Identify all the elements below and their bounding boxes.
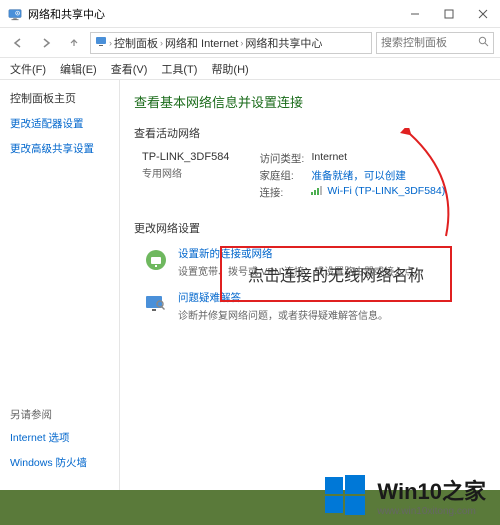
chevron-right-icon: ›: [109, 38, 112, 48]
sidebar-link-internet-options[interactable]: Internet 选项: [10, 430, 109, 445]
new-connection-icon: [142, 246, 170, 274]
search-input-wrap[interactable]: [376, 32, 494, 54]
forward-button[interactable]: [34, 31, 58, 55]
annotation-text: 点击连接的无线网络名称: [248, 268, 424, 285]
menu-bar: 文件(F) 编辑(E) 查看(V) 工具(T) 帮助(H): [0, 58, 500, 80]
up-button[interactable]: [62, 31, 86, 55]
troubleshoot-icon: [142, 290, 170, 318]
minimize-button[interactable]: [398, 0, 432, 28]
wifi-signal-icon: [311, 187, 321, 195]
search-icon: [478, 36, 489, 50]
chevron-right-icon: ›: [240, 38, 243, 48]
sidebar-link-sharing[interactable]: 更改高级共享设置: [10, 141, 109, 156]
back-button[interactable]: [6, 31, 30, 55]
page-title: 查看基本网络信息并设置连接: [134, 92, 486, 111]
close-button[interactable]: [466, 0, 500, 28]
annotation-box: 点击连接的无线网络名称: [220, 246, 452, 302]
active-networks-heading: 查看活动网络: [134, 125, 486, 141]
network-name: TP-LINK_3DF584: [142, 151, 229, 163]
network-type: 专用网络: [142, 165, 229, 180]
homegroup-label: 家庭组:: [259, 168, 311, 183]
maximize-button[interactable]: [432, 0, 466, 28]
chevron-right-icon: ›: [160, 38, 163, 48]
menu-view[interactable]: 查看(V): [105, 59, 154, 79]
sidebar-heading: 控制面板主页: [10, 90, 109, 106]
watermark-url: www.win10xitong.com: [377, 506, 486, 517]
connection-value: Wi-Fi (TP-LINK_3DF584): [327, 185, 445, 197]
access-type-value: Internet: [311, 151, 347, 166]
breadcrumb-item[interactable]: 网络和共享中心: [245, 35, 322, 51]
active-network-row: TP-LINK_3DF584 专用网络 访问类型: Internet 家庭组: …: [134, 151, 486, 202]
watermark-title: Win10之家: [377, 474, 486, 506]
search-input[interactable]: [381, 37, 474, 49]
breadcrumb-item[interactable]: 控制面板: [114, 35, 158, 51]
breadcrumb-item[interactable]: 网络和 Internet: [165, 35, 238, 51]
menu-edit[interactable]: 编辑(E): [54, 59, 103, 79]
sidebar-link-adapter[interactable]: 更改适配器设置: [10, 116, 109, 131]
menu-file[interactable]: 文件(F): [4, 59, 52, 79]
change-settings-heading: 更改网络设置: [134, 220, 486, 236]
connection-link[interactable]: Wi-Fi (TP-LINK_3DF584): [311, 185, 445, 200]
breadcrumb[interactable]: › 控制面板 › 网络和 Internet › 网络和共享中心: [90, 32, 372, 54]
windows-logo-icon: [323, 473, 367, 517]
menu-help[interactable]: 帮助(H): [205, 59, 254, 79]
access-type-label: 访问类型:: [259, 151, 311, 166]
network-center-icon: [8, 7, 22, 21]
homegroup-link[interactable]: 准备就绪，可以创建: [311, 168, 406, 183]
connection-label: 连接:: [259, 185, 311, 200]
window-title: 网络和共享中心: [28, 6, 105, 22]
troubleshoot-desc: 诊断并修复网络问题，或者获得疑难解答信息。: [178, 307, 388, 322]
menu-tools[interactable]: 工具(T): [155, 59, 203, 79]
see-also-label: 另请参阅: [10, 407, 109, 422]
watermark: Win10之家 www.win10xitong.com: [0, 465, 500, 525]
monitor-icon: [95, 35, 107, 50]
